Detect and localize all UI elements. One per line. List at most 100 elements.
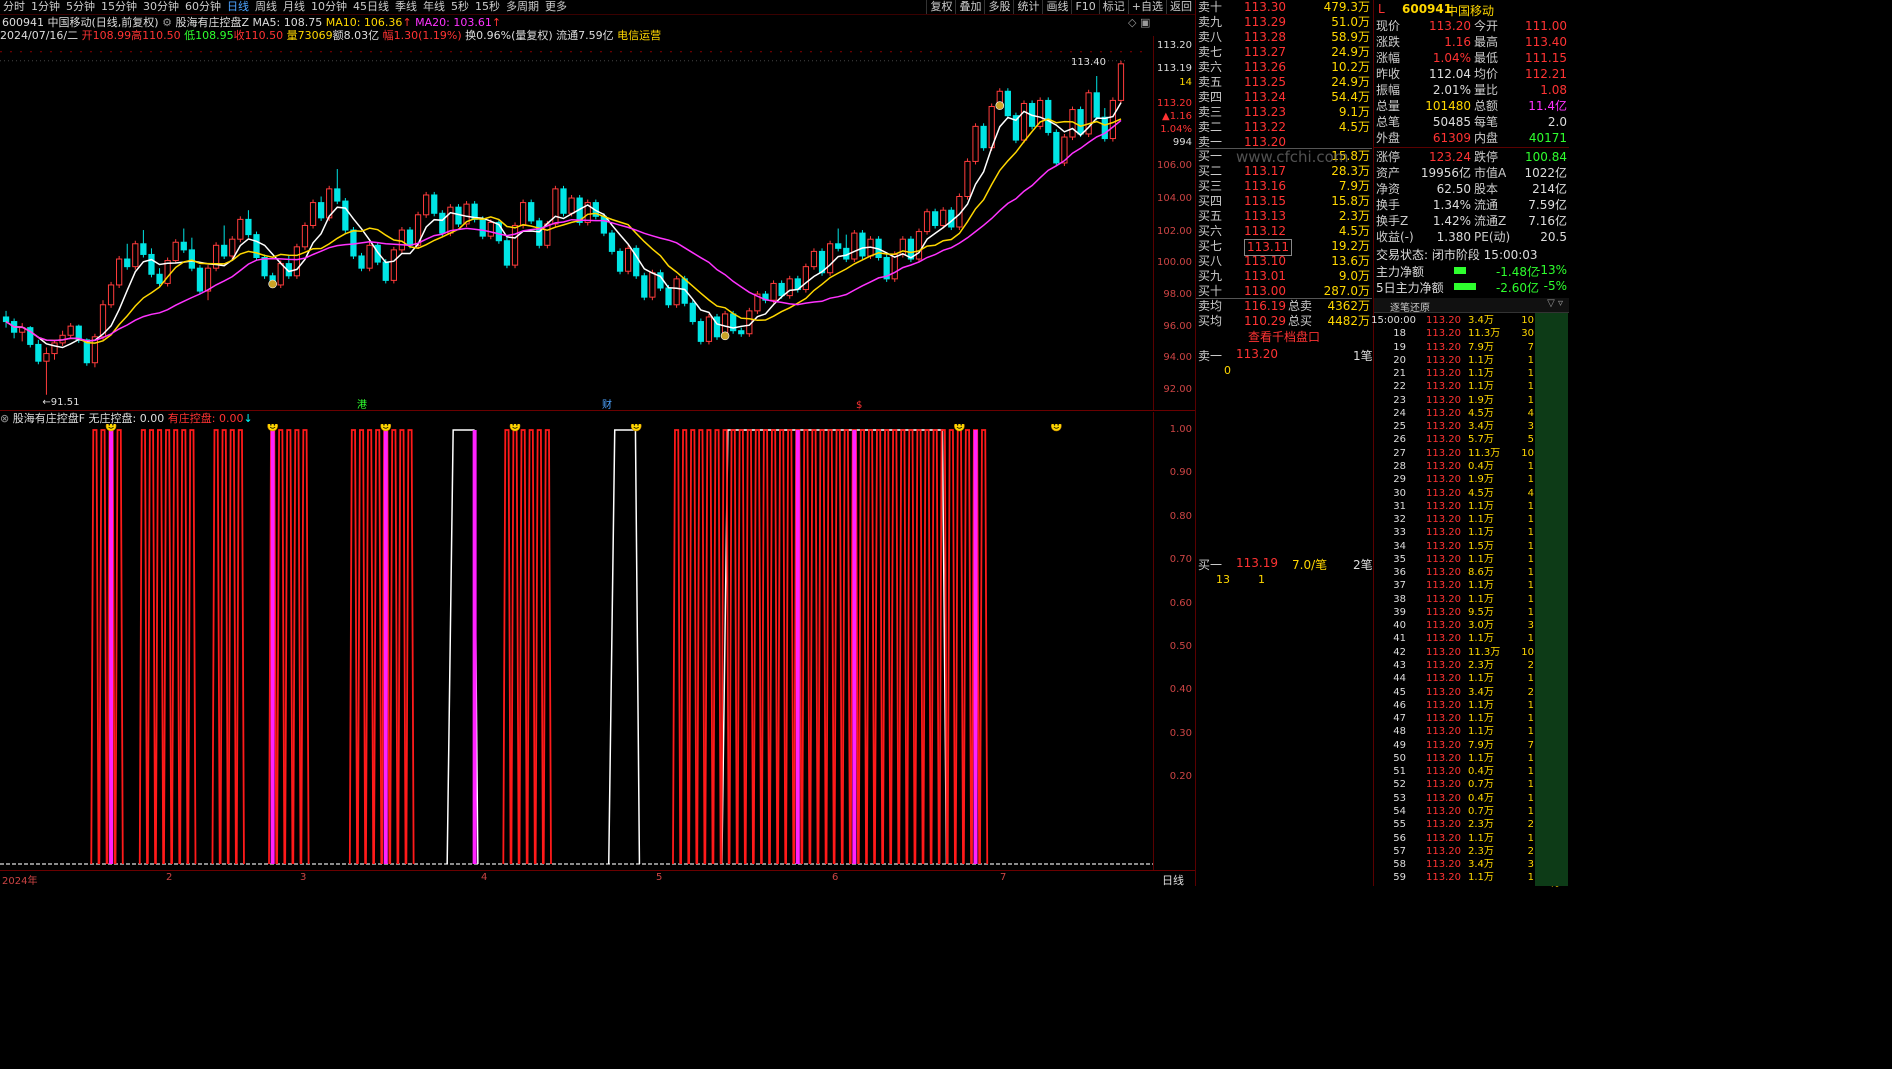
period-tab[interactable]: 5秒 [448,0,472,14]
candle[interactable] [398,227,406,253]
candle[interactable] [1109,97,1117,142]
toolbar-button[interactable]: 统计 [1013,0,1042,14]
candle[interactable] [51,339,58,360]
indicator-gear-icon[interactable]: ⚙ [162,16,172,29]
bid-row[interactable]: 买四 113.15 15.8万 [1196,194,1372,209]
candle[interactable] [301,222,309,250]
bid-row[interactable]: 买三 113.16 7.9万 [1196,179,1372,194]
candle[interactable] [673,275,680,308]
candle[interactable] [964,158,971,200]
candle[interactable] [27,326,34,348]
bid-row[interactable]: 买七 113.11 19.2万 [1196,239,1372,256]
period-tab[interactable]: 1分钟 [28,0,63,14]
candle[interactable] [107,281,115,308]
ask-row[interactable]: 卖三 113.23 9.1万 [1196,105,1372,120]
candle[interactable] [204,265,212,301]
period-tab[interactable]: 30分钟 [140,0,182,14]
candle[interactable] [972,123,979,165]
candle[interactable] [140,230,147,258]
toolbar-button[interactable]: 返回 [1166,0,1195,14]
candle[interactable] [1117,60,1125,104]
bid-row[interactable]: 买九 113.01 9.0万 [1196,269,1372,284]
period-tab[interactable]: 5分钟 [63,0,98,14]
candle[interactable] [851,230,858,263]
candle[interactable] [923,208,931,235]
period-tab[interactable]: 多周期 [503,0,542,14]
toolbar-button[interactable]: 标记 [1098,0,1128,14]
candle[interactable] [439,210,446,237]
candle[interactable] [1053,129,1060,166]
period-tab[interactable]: 季线 [392,0,420,14]
bid-row[interactable]: 买五 113.13 2.3万 [1196,209,1372,224]
candle[interactable] [221,225,228,260]
candle[interactable] [43,347,50,395]
candle[interactable] [503,237,511,269]
candle[interactable] [948,207,955,231]
candle[interactable] [358,252,365,272]
candle[interactable] [802,263,809,293]
bid-row[interactable]: 买二 113.17 28.3万 [1196,164,1372,179]
candle[interactable] [528,199,535,224]
candle[interactable] [132,240,139,270]
ask-row[interactable]: 卖六 113.26 10.2万 [1196,60,1372,75]
period-tab[interactable]: 年线 [420,0,448,14]
view-all-depth-button[interactable]: 查看千档盘口 [1196,329,1372,345]
candle[interactable] [116,255,123,288]
bid-row[interactable]: 买六 113.12 4.5万 [1196,224,1372,239]
candle[interactable] [253,231,260,261]
candle[interactable] [35,339,42,365]
period-tab[interactable]: 15秒 [472,0,503,14]
candle[interactable] [786,275,793,299]
ask-row[interactable]: 卖二 113.22 4.5万 [1196,120,1372,135]
candle[interactable] [390,246,397,284]
period-tab[interactable]: 周线 [252,0,280,14]
toolbar-button[interactable]: +自选 [1127,0,1166,14]
ask-row[interactable]: 卖八 113.28 58.9万 [1196,30,1372,45]
period-tab[interactable]: 分时 [0,0,28,14]
candle[interactable] [19,323,26,342]
candle[interactable] [713,313,721,340]
candle[interactable] [237,216,244,243]
tick-filter-icon[interactable]: ▽ ▿ [1547,298,1563,309]
candle[interactable] [124,243,131,270]
candle[interactable] [657,269,664,292]
candle[interactable] [932,208,939,229]
period-tab[interactable]: 日线 [224,0,252,14]
period-tab[interactable]: 更多 [542,0,570,14]
candle[interactable] [625,245,632,275]
candlestick-chart[interactable]: 113.40 ←91.51 港 财 $ [0,44,1153,410]
candle[interactable] [738,327,745,337]
candle[interactable] [641,272,648,301]
candle[interactable] [423,191,430,218]
candle[interactable] [633,245,640,279]
candle[interactable] [511,222,519,269]
toolbar-button[interactable]: 画线 [1042,0,1071,14]
candle[interactable] [980,123,987,151]
toolbar-button[interactable]: 复权 [926,0,955,14]
candle[interactable] [318,196,325,221]
candle[interactable] [366,242,373,272]
candle[interactable] [212,242,220,272]
candle[interactable] [164,257,171,287]
candle[interactable] [342,198,349,234]
candle[interactable] [616,248,624,275]
candle[interactable] [309,199,317,229]
ask-row[interactable]: 卖四 113.24 54.4万 [1196,90,1372,105]
candle[interactable] [762,291,769,304]
candle[interactable] [1045,97,1052,136]
candle[interactable] [1020,100,1028,144]
candle[interactable] [148,248,155,278]
candle[interactable] [1004,88,1011,119]
period-tab[interactable]: 60分钟 [182,0,224,14]
period-tab[interactable]: 15分钟 [98,0,140,14]
candle[interactable] [843,234,850,263]
candle[interactable] [859,230,866,260]
indicator-chart[interactable] [0,424,1153,870]
candle[interactable] [67,323,74,339]
candle[interactable] [689,300,696,325]
ask-row[interactable]: 卖七 113.27 24.9万 [1196,45,1372,60]
candle[interactable] [560,185,567,217]
bar-sector[interactable]: 电信运营 [617,29,661,42]
toolbar-button[interactable]: 多股 [984,0,1013,14]
candle[interactable] [915,228,923,263]
